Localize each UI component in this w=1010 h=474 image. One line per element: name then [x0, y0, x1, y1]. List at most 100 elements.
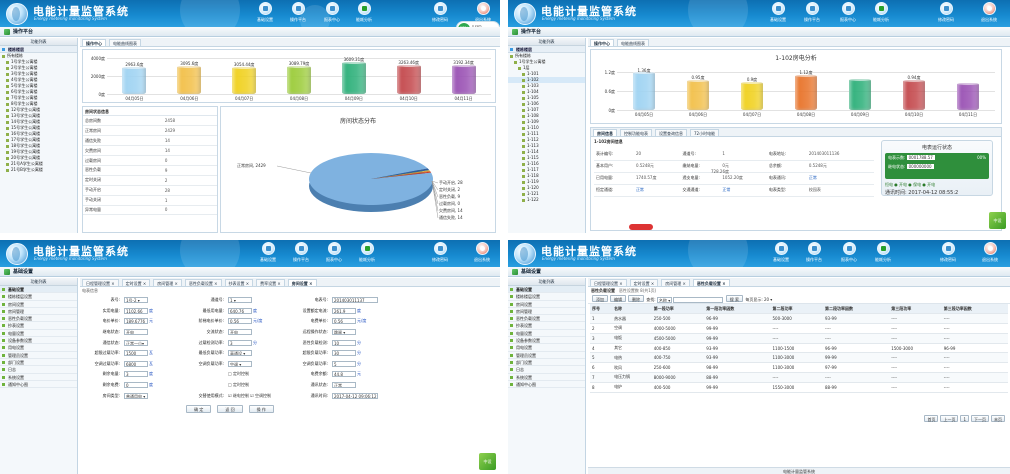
- input-field[interactable]: 3: [124, 371, 148, 378]
- menu-item[interactable]: 抄表设置: [508, 322, 585, 330]
- menu-item[interactable]: 基础设置: [0, 286, 77, 294]
- table-row[interactable]: 3 电饭 4500-5000 99-99 ---- ---- ---- ----: [590, 333, 1008, 344]
- menu-item[interactable]: 管理员设置: [508, 352, 585, 359]
- nav-operation-platform[interactable]: 操作平台: [286, 2, 310, 23]
- menu-item[interactable]: 抄表设置: [0, 322, 77, 330]
- tree-building-item[interactable]: 21号B学生公寓楼: [0, 167, 77, 173]
- input-field[interactable]: 5: [332, 360, 356, 367]
- subtab-settings-query[interactable]: 设置查询信息: [655, 129, 687, 136]
- menu-item[interactable]: 用电设置: [0, 344, 77, 352]
- pager-button[interactable]: 下一页: [971, 415, 989, 422]
- nav-logout[interactable]: 退出系统: [470, 242, 494, 263]
- menu-item[interactable]: 设备参数设置: [508, 337, 585, 345]
- delete-button[interactable]: 删除: [628, 295, 644, 302]
- nav-logout[interactable]: 退出系统: [977, 2, 1001, 23]
- menu-item[interactable]: 房间管理: [508, 308, 585, 316]
- menu-item[interactable]: 通知中心图: [0, 381, 77, 389]
- tab-item[interactable]: 费率设置 ×: [256, 279, 285, 286]
- pager-button[interactable]: 上一页: [940, 415, 959, 422]
- input-field[interactable]: 开电: [228, 329, 252, 336]
- subtab-control[interactable]: 控制功能电表: [620, 129, 652, 136]
- tab-item[interactable]: 房间管理 ×: [153, 279, 182, 286]
- sidebar-category[interactable]: 楼栋楼层: [508, 46, 585, 53]
- input-field[interactable]: 640.76: [228, 307, 252, 314]
- input-field[interactable]: 开电: [124, 329, 148, 336]
- nav-basic-settings[interactable]: 基础设置: [766, 2, 790, 23]
- input-field[interactable]: 跳闸 ▾: [332, 329, 356, 336]
- checkbox-field[interactable]: □ 定时控制: [228, 371, 249, 376]
- edit-button[interactable]: 编辑: [610, 295, 626, 302]
- operate-button[interactable]: 操 作: [248, 404, 274, 413]
- nav-change-password[interactable]: 修改密码: [428, 2, 452, 23]
- input-field[interactable]: 1号-2 ▾: [124, 297, 148, 304]
- input-field[interactable]: 0: [124, 382, 148, 389]
- tab-item[interactable]: 抄表设置 ×: [224, 279, 254, 286]
- pager-button[interactable]: 1: [960, 415, 969, 422]
- input-field[interactable]: 空调 ▾: [228, 360, 252, 367]
- nav-report-center[interactable]: 报表中心: [322, 242, 346, 263]
- checkbox-field[interactable]: □ 定时控制: [228, 382, 249, 387]
- nav-energy-analysis[interactable]: 能耗分析: [355, 242, 379, 263]
- menu-item[interactable]: 日志: [0, 366, 77, 374]
- nav-report-center[interactable]: 报表中心: [837, 242, 861, 263]
- menu-item[interactable]: 部门设置: [508, 359, 585, 367]
- nav-change-password[interactable]: 修改密码: [934, 2, 958, 23]
- menu-item[interactable]: 通知中心图: [508, 381, 585, 389]
- table-row[interactable]: 5 电热 400-750 93-99 1100-3000 99-99 ---- ----: [590, 352, 1008, 364]
- input-field[interactable]: 高通设 ▾: [228, 350, 252, 357]
- table-row[interactable]: 2 空调 4000-5000 99-99 ---- ---- ---- ----: [590, 323, 1008, 334]
- tab-energy-curve[interactable]: 电能曲线图表: [617, 39, 649, 46]
- nav-basic-settings[interactable]: 基础设置: [769, 242, 793, 263]
- nav-report-center[interactable]: 报表中心: [320, 2, 344, 23]
- input-field[interactable]: 普通用电 ▾: [124, 392, 148, 399]
- menu-item[interactable]: 楼栋楼层设置: [0, 293, 77, 301]
- add-button[interactable]: 添加: [592, 295, 608, 302]
- nav-change-password[interactable]: 修改密码: [428, 242, 452, 263]
- input-field[interactable]: 2017-04-12 09:06:12: [332, 392, 378, 399]
- input-field[interactable]: 正常: [332, 382, 356, 389]
- input-field[interactable]: 30: [332, 350, 356, 357]
- menu-item[interactable]: 用电设置: [508, 344, 585, 352]
- tab-operation-center[interactable]: 操作中心: [590, 39, 614, 46]
- tab-operation-center[interactable]: 操作中心: [82, 39, 106, 46]
- menu-item[interactable]: 管理员设置: [0, 352, 77, 359]
- tab-item[interactable]: 定时设置 ×: [121, 279, 151, 286]
- nav-change-password[interactable]: 修改密码: [936, 242, 960, 263]
- tab-item[interactable]: 恶性负载设置 ×: [184, 279, 222, 286]
- checkbox-field[interactable]: ☑ 继电控制 ☑ 空调控制: [228, 393, 271, 398]
- search-field-select[interactable]: 名称 ▾: [656, 297, 673, 303]
- tab-item[interactable]: 恶性负载设置 ×: [692, 279, 730, 286]
- nav-basic-settings[interactable]: 基础设置: [256, 242, 280, 263]
- input-field[interactable]: 1500: [124, 350, 148, 357]
- nav-energy-analysis[interactable]: 能耗分析: [352, 2, 376, 23]
- nav-logout[interactable]: 退出系统: [978, 242, 1002, 263]
- tab-item[interactable]: 日程管理设置 ×: [82, 279, 119, 286]
- menu-item[interactable]: 电量设置: [508, 330, 585, 338]
- menu-item[interactable]: 电量设置: [0, 330, 77, 338]
- pager-button[interactable]: 末页: [991, 415, 1005, 422]
- input-field[interactable]: 44.8: [332, 371, 356, 378]
- input-field[interactable]: 6800: [124, 360, 148, 367]
- menu-item[interactable]: 设备参数设置: [0, 337, 77, 345]
- nav-operation-platform[interactable]: 操作平台: [800, 2, 824, 23]
- menu-item[interactable]: 基础设置: [508, 286, 585, 294]
- confirm-button[interactable]: 确 定: [186, 404, 212, 413]
- nav-operation-platform[interactable]: 操作平台: [289, 242, 313, 263]
- tab-item[interactable]: 日程管理设置 ×: [590, 279, 627, 286]
- input-field[interactable]: 261.9: [332, 307, 356, 314]
- menu-item[interactable]: 恶性负载设置: [0, 315, 77, 323]
- nav-basic-settings[interactable]: 基础设置: [253, 2, 277, 23]
- nav-logout[interactable]: 退出系统: [471, 2, 495, 23]
- table-row[interactable]: 4 其它 400-850 93-99 1100-1500 96-99 1500-3000 96…: [590, 343, 1008, 354]
- input-field[interactable]: 3: [228, 339, 252, 346]
- input-field[interactable]: 201403011137: [332, 297, 378, 304]
- table-row[interactable]: 7 电压力锅 8000-9000 88-99 ---- ---- ---- ----: [590, 372, 1008, 383]
- menu-item[interactable]: 楼栋楼层设置: [508, 293, 585, 301]
- tab-item[interactable]: 定时设置 ×: [629, 279, 659, 286]
- pager-button[interactable]: 首页: [924, 415, 939, 422]
- back-button[interactable]: 返 回: [217, 404, 243, 413]
- input-field[interactable]: 0.56: [228, 318, 252, 325]
- menu-item[interactable]: 房间设置: [0, 301, 77, 308]
- input-field[interactable]: 10: [332, 339, 356, 346]
- tab-item[interactable]: 房间设置 ×: [287, 279, 317, 286]
